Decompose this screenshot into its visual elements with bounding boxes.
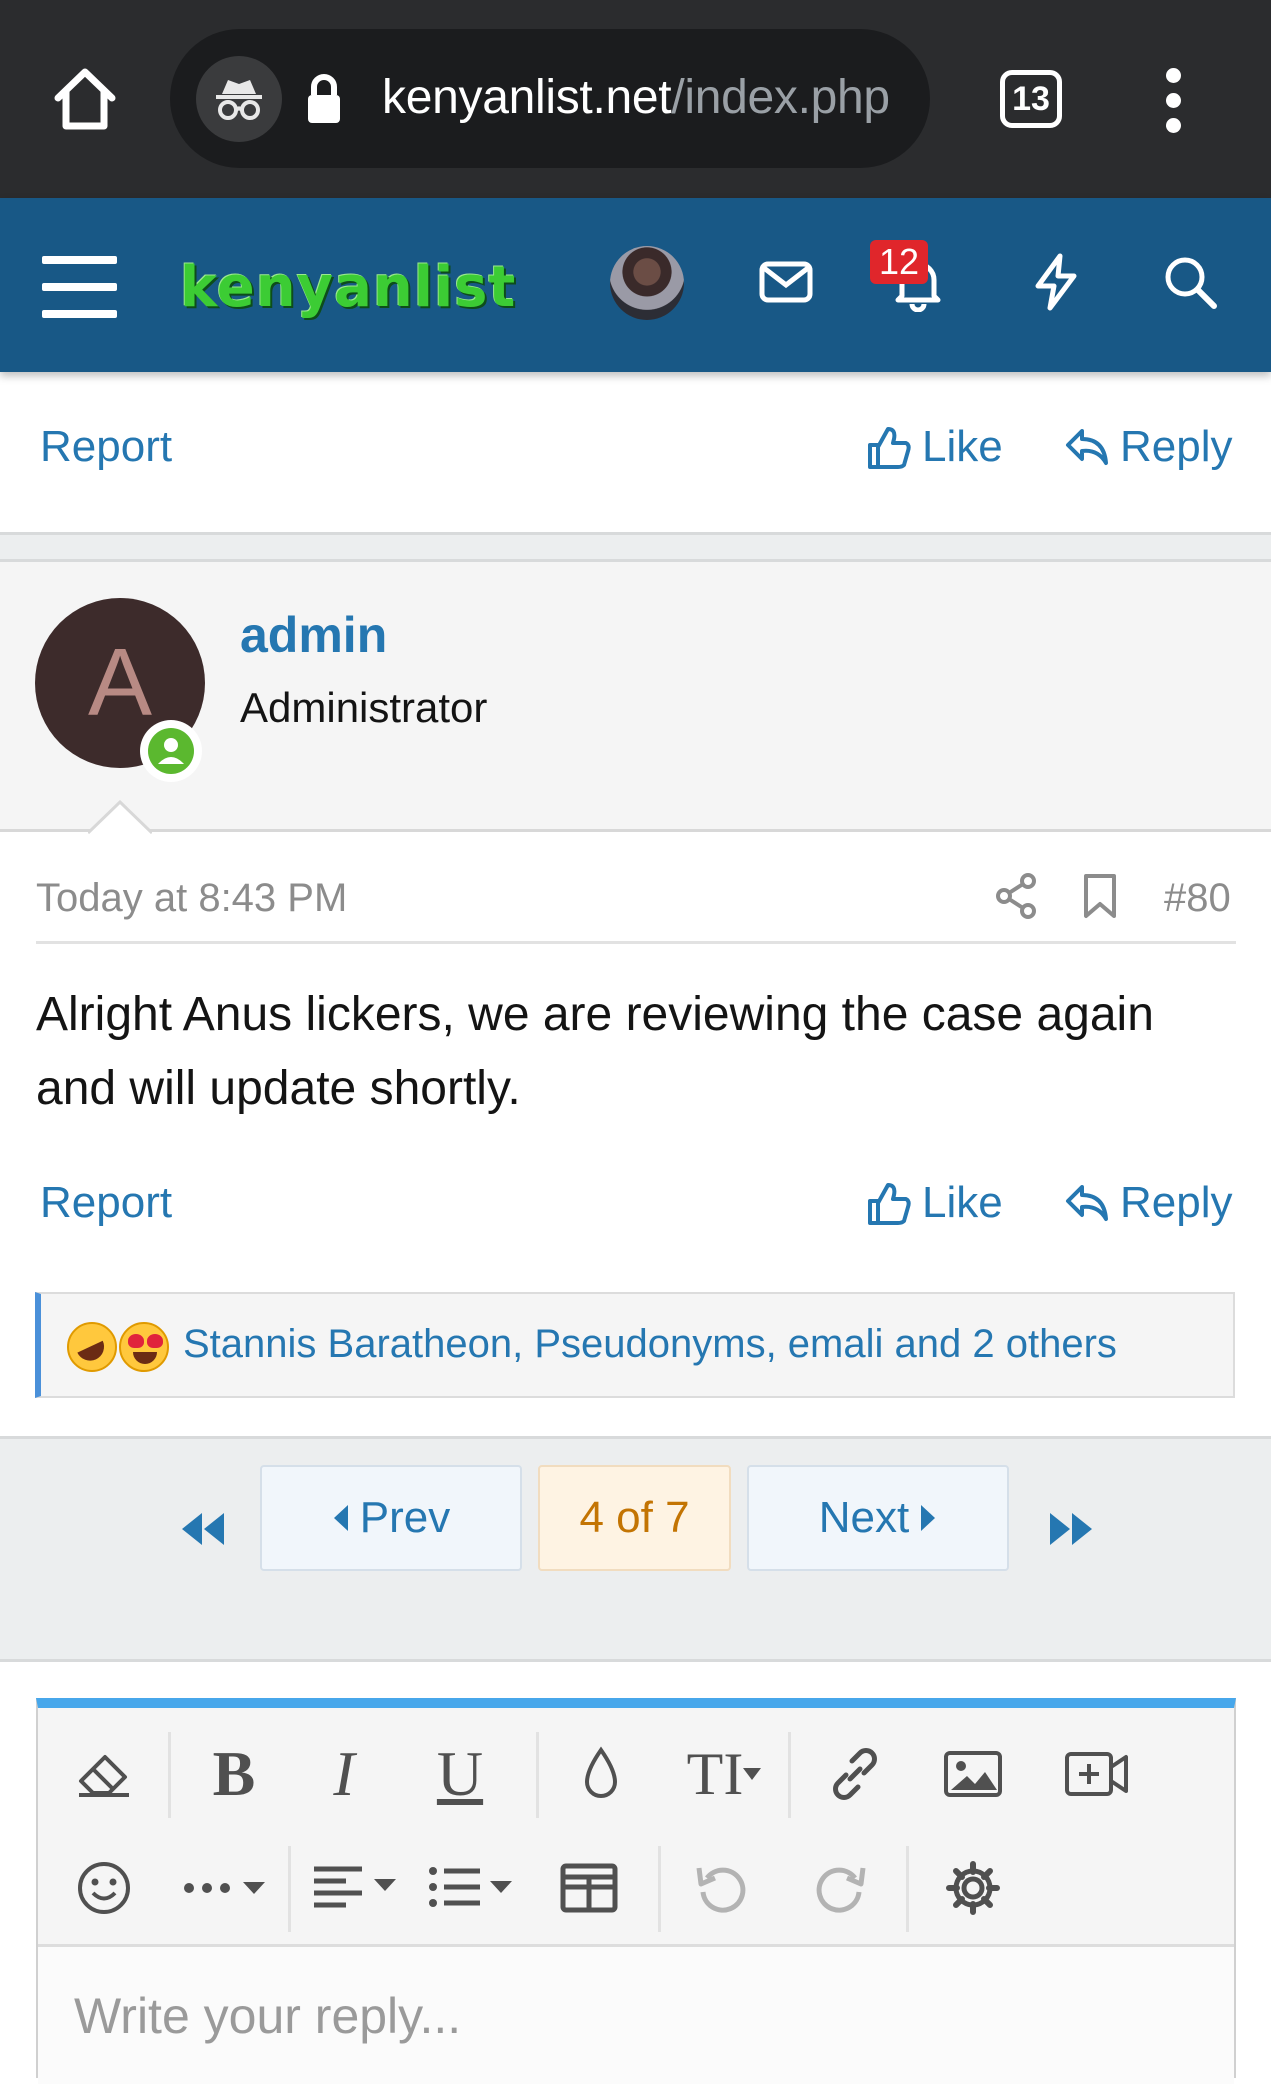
report-link[interactable]: Report bbox=[40, 422, 172, 472]
address-bar[interactable]: kenyanlist.net/index.php bbox=[170, 29, 930, 168]
post-body-text: Alright Anus lickers, we are reviewing t… bbox=[36, 988, 1154, 1115]
site-logo[interactable]: kenyanlist bbox=[180, 248, 516, 328]
reply-editor: B I U TI Write your reply... bbox=[36, 1698, 1236, 2084]
like-button[interactable]: Like bbox=[866, 422, 1003, 472]
settings-icon[interactable] bbox=[938, 1852, 1008, 1924]
table-icon[interactable] bbox=[554, 1852, 624, 1924]
search-icon[interactable] bbox=[1160, 252, 1220, 312]
editor-toolbar-row-1: B I U TI bbox=[38, 1718, 1234, 1830]
like-label: Like bbox=[922, 1178, 1003, 1227]
reply-button[interactable]: Reply bbox=[1064, 422, 1233, 472]
thumbs-up-icon bbox=[868, 427, 911, 469]
reply-icon bbox=[1066, 429, 1108, 465]
more-options-button[interactable] bbox=[178, 1852, 274, 1924]
inbox-icon[interactable] bbox=[756, 252, 816, 312]
browser-toolbar: kenyanlist.net/index.php 13 bbox=[0, 0, 1271, 198]
post-date[interactable]: Today at 8:43 PM bbox=[36, 876, 347, 921]
editor-toolbar-row-2 bbox=[38, 1832, 1234, 1944]
smilie-icon[interactable] bbox=[68, 1852, 140, 1924]
image-icon[interactable] bbox=[938, 1738, 1008, 1810]
list-button[interactable] bbox=[424, 1852, 520, 1924]
incognito-icon[interactable] bbox=[196, 56, 282, 142]
thumbs-up-icon bbox=[868, 1183, 911, 1225]
next-page-button[interactable]: Next bbox=[747, 1465, 1009, 1571]
user-avatar[interactable] bbox=[610, 246, 684, 320]
first-page-icon[interactable] bbox=[176, 1509, 228, 1549]
share-icon[interactable] bbox=[994, 872, 1038, 920]
underline-button[interactable]: U bbox=[430, 1738, 490, 1810]
reactions-list[interactable]: Stannis Baratheon, Pseudonyms, emali and… bbox=[183, 1322, 1117, 1367]
last-page-icon[interactable] bbox=[1046, 1509, 1098, 1549]
font-size-button[interactable]: TI bbox=[674, 1738, 774, 1810]
heart-eyes-emoji-icon bbox=[119, 1322, 169, 1372]
author-username[interactable]: admin bbox=[240, 606, 387, 664]
lock-icon bbox=[304, 73, 344, 125]
prev-post-actions: Report Like Reply bbox=[0, 410, 1271, 490]
caret-left-icon bbox=[333, 1505, 348, 1531]
like-button[interactable]: Like bbox=[866, 1178, 1003, 1228]
pagination: Prev 4 of 7 Next bbox=[0, 1436, 1271, 1662]
align-icon bbox=[314, 1866, 396, 1908]
url-text: kenyanlist.net/index.php bbox=[382, 71, 890, 124]
like-label: Like bbox=[922, 422, 1003, 471]
reactions-bar[interactable]: Stannis Baratheon, Pseudonyms, emali and… bbox=[35, 1292, 1235, 1398]
next-label: Next bbox=[818, 1493, 910, 1542]
post-number-link[interactable]: #80 bbox=[1164, 876, 1231, 921]
align-button[interactable] bbox=[308, 1852, 404, 1924]
browser-menu-icon[interactable] bbox=[1158, 68, 1188, 134]
notification-badge[interactable]: 12 bbox=[870, 240, 928, 284]
message-arrow bbox=[88, 800, 152, 834]
home-icon[interactable] bbox=[48, 62, 122, 136]
chevron-down-icon bbox=[743, 1768, 762, 1780]
reply-placeholder: Write your reply... bbox=[74, 1988, 462, 2044]
report-link[interactable]: Report bbox=[40, 1178, 172, 1228]
reply-textarea[interactable]: Write your reply... bbox=[38, 1944, 1234, 2084]
site-header: kenyanlist 12 bbox=[0, 198, 1271, 372]
post-meta: Today at 8:43 PM #80 bbox=[36, 862, 1236, 944]
reply-icon bbox=[1066, 1185, 1108, 1221]
eraser-icon[interactable] bbox=[68, 1738, 140, 1810]
reply-button[interactable]: Reply bbox=[1064, 1178, 1233, 1228]
tab-switcher-button[interactable]: 13 bbox=[1000, 70, 1062, 128]
prev-label: Prev bbox=[359, 1493, 451, 1542]
reply-label: Reply bbox=[1120, 1178, 1233, 1227]
video-icon[interactable] bbox=[1060, 1738, 1134, 1810]
bold-button[interactable]: B bbox=[198, 1738, 270, 1810]
link-icon[interactable] bbox=[820, 1738, 890, 1810]
caret-right-icon bbox=[921, 1505, 936, 1531]
bookmark-icon[interactable] bbox=[1080, 872, 1120, 920]
hamburger-menu-icon[interactable] bbox=[42, 256, 117, 318]
redo-icon[interactable] bbox=[806, 1852, 876, 1924]
rofl-emoji-icon bbox=[67, 1322, 117, 1372]
prev-page-button[interactable]: Prev bbox=[260, 1465, 522, 1571]
online-status-icon bbox=[140, 720, 202, 782]
text-color-icon[interactable] bbox=[566, 1738, 636, 1810]
current-page-indicator[interactable]: 4 of 7 bbox=[538, 1465, 731, 1571]
whats-new-bolt-icon[interactable] bbox=[1026, 252, 1086, 312]
post-divider bbox=[0, 532, 1271, 562]
italic-button[interactable]: I bbox=[314, 1738, 374, 1810]
reply-label: Reply bbox=[1120, 422, 1233, 471]
post-author-block: A admin Administrator bbox=[0, 562, 1271, 832]
post-actions: Report Like Reply bbox=[0, 1166, 1271, 1246]
undo-icon[interactable] bbox=[686, 1852, 756, 1924]
list-icon bbox=[429, 1867, 512, 1907]
more-icon bbox=[184, 1882, 265, 1894]
author-title: Administrator bbox=[240, 684, 488, 731]
